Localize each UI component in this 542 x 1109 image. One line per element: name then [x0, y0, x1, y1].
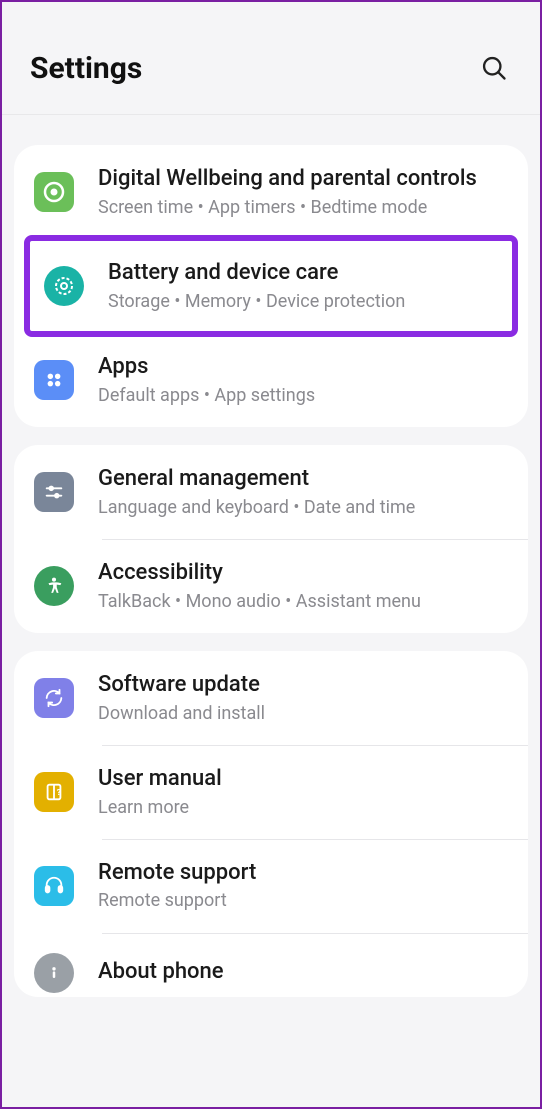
accessibility-icon [34, 566, 74, 606]
apps-icon [34, 360, 74, 400]
settings-section: Software update Download and install ? U… [14, 651, 528, 997]
settings-section: Digital Wellbeing and parental controls … [14, 145, 528, 427]
item-title: General management [98, 465, 510, 494]
item-remote-support[interactable]: Remote support Remote support [14, 839, 528, 933]
software-update-icon [34, 678, 74, 718]
search-button[interactable] [476, 50, 512, 86]
item-general-management[interactable]: General management Language and keyboard… [14, 445, 528, 539]
item-title: Digital Wellbeing and parental controls [98, 165, 510, 194]
item-subtitle: Language and keyboard • Date and time [98, 496, 510, 519]
item-title: Accessibility [98, 559, 510, 588]
general-management-icon [34, 472, 74, 512]
item-subtitle: Remote support [98, 889, 510, 912]
item-title: Battery and device care [108, 259, 500, 288]
digital-wellbeing-icon [34, 172, 74, 212]
about-phone-icon [34, 953, 74, 993]
device-care-icon [44, 266, 84, 306]
item-title: Apps [98, 353, 510, 382]
settings-section: General management Language and keyboard… [14, 445, 528, 633]
item-subtitle: Learn more [98, 796, 510, 819]
item-subtitle: Default apps • App settings [98, 384, 510, 407]
svg-text:?: ? [57, 788, 61, 798]
item-accessibility[interactable]: Accessibility TalkBack • Mono audio • As… [14, 539, 528, 633]
item-software-update[interactable]: Software update Download and install [14, 651, 528, 745]
item-subtitle: TalkBack • Mono audio • Assistant menu [98, 590, 510, 613]
item-apps[interactable]: Apps Default apps • App settings [14, 333, 528, 427]
search-icon [480, 54, 508, 82]
item-title: Remote support [98, 859, 510, 888]
item-digital-wellbeing[interactable]: Digital Wellbeing and parental controls … [14, 145, 528, 239]
item-title: User manual [98, 765, 510, 794]
remote-support-icon [34, 866, 74, 906]
item-user-manual[interactable]: ? User manual Learn more [14, 745, 528, 839]
item-battery-device-care[interactable]: Battery and device care Storage • Memory… [30, 241, 512, 331]
item-subtitle: Storage • Memory • Device protection [108, 290, 500, 313]
user-manual-icon: ? [34, 772, 74, 812]
item-subtitle: Download and install [98, 702, 510, 725]
item-title: About phone [98, 958, 510, 987]
page-title: Settings [30, 51, 142, 86]
item-about-phone[interactable]: About phone [14, 933, 528, 997]
header: Settings [2, 2, 540, 115]
item-subtitle: Screen time • App timers • Bedtime mode [98, 196, 510, 219]
highlighted-item: Battery and device care Storage • Memory… [24, 235, 518, 337]
item-title: Software update [98, 671, 510, 700]
